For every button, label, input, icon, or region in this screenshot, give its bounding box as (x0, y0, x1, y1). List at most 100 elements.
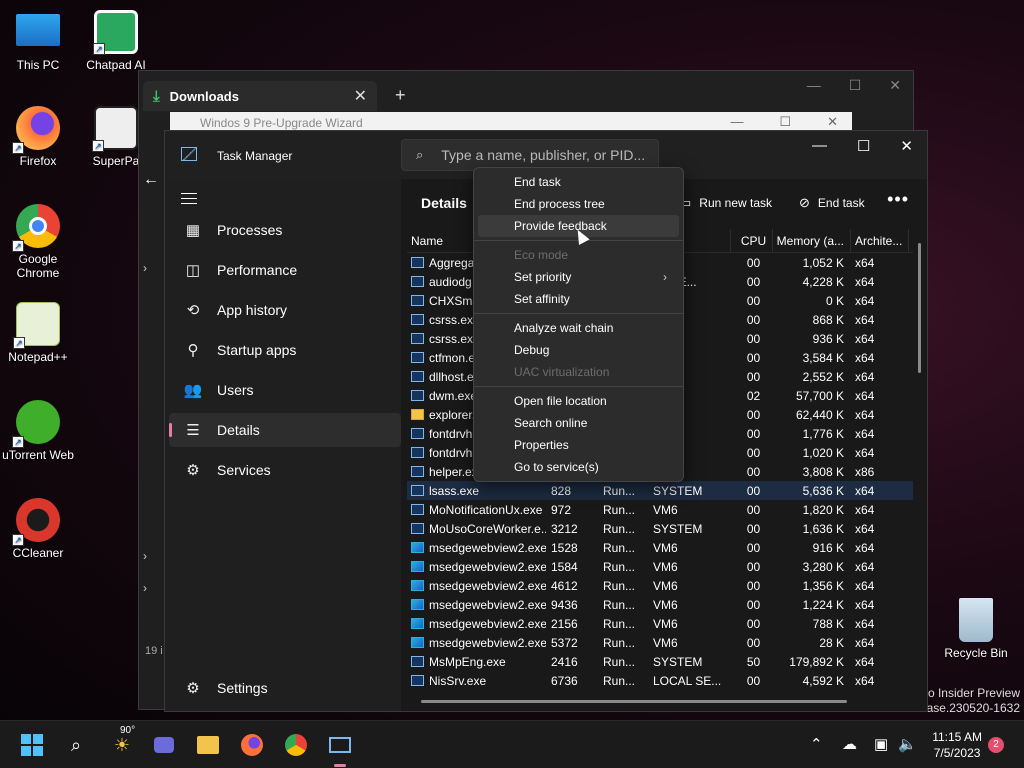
menu-item-analyze-wait-chain[interactable]: Analyze wait chain (478, 317, 679, 339)
menu-item-search-online[interactable]: Search online (478, 412, 679, 434)
nav-label: Users (217, 382, 254, 398)
nav-label: App history (217, 302, 288, 318)
nav-settings[interactable]: ⚙ Settings (169, 671, 401, 705)
firefox-icon[interactable] (238, 731, 266, 759)
menu-item-end-task[interactable]: End task (478, 171, 679, 193)
menu-item-open-file-location[interactable]: Open file location (478, 390, 679, 412)
chrome-icon: ↗ (12, 204, 60, 252)
process-name-cell: msedgewebview2.exe (407, 633, 547, 652)
meet-icon[interactable] (150, 731, 178, 759)
menu-item-debug[interactable]: Debug (478, 339, 679, 361)
table-row[interactable]: MsMpEng.exe 2416 Run... SYSTEM 50 179,892 K x6… (407, 652, 913, 671)
clock[interactable]: 11:15 AM 7/5/2023 (932, 729, 982, 761)
task-manager-taskbar-icon[interactable] (326, 731, 354, 767)
cell-mem: 868 K (812, 312, 844, 327)
nav-users[interactable]: 👥 Users (169, 373, 401, 407)
desktop-icon-utorrent[interactable]: ↗ uTorrent Web (0, 400, 76, 462)
minimize-icon[interactable]: — (730, 114, 743, 130)
more-options-button[interactable]: ••• (887, 189, 909, 210)
run-new-task-button[interactable]: ▭ Run new task (679, 195, 772, 211)
horizontal-scrollbar[interactable] (421, 700, 847, 703)
desktop-icon-label: Recycle Bin (944, 646, 1008, 660)
chevron-right-icon[interactable]: › (143, 261, 147, 275)
close-icon[interactable]: ✕ (900, 137, 913, 155)
hamburger-menu-icon[interactable] (181, 193, 197, 208)
table-row[interactable]: lsass.exe 828 Run... SYSTEM 00 5,636 K x64 (407, 481, 913, 500)
vertical-scrollbar[interactable] (918, 243, 921, 373)
chevron-up-icon[interactable]: ⌃ (810, 735, 823, 753)
minimize-icon[interactable]: — (812, 137, 827, 155)
edge-webview-icon (411, 599, 424, 610)
cloud-off-icon[interactable]: ☁ (842, 735, 857, 753)
close-icon[interactable]: ✕ (889, 77, 901, 94)
menu-item-set-affinity[interactable]: Set affinity (478, 288, 679, 310)
cell-status: Run... (603, 635, 636, 650)
end-task-button[interactable]: ⊘ End task (799, 195, 865, 211)
display-icon[interactable]: ▣ (874, 735, 888, 753)
table-row[interactable]: msedgewebview2.exe 1584 Run... VM6 00 3,280 K… (407, 557, 913, 576)
desktop-icon-ccleaner[interactable]: ↗ CCleaner (0, 498, 76, 560)
nav-app-history[interactable]: ⟲ App history (169, 293, 401, 327)
clock-date: 7/5/2023 (933, 746, 981, 760)
table-row[interactable]: msedgewebview2.exe 9436 Run... VM6 00 1,224 K… (407, 595, 913, 614)
nav-services[interactable]: ⚙ Services (169, 453, 401, 487)
column-header[interactable]: Archite... (851, 229, 909, 252)
desktop-icon-chrome[interactable]: ↗ Google Chrome (0, 204, 76, 280)
cell-user: VM6 (653, 559, 678, 574)
desktop-icon-label: Firefox (19, 154, 57, 168)
process-name-cell: MoNotificationUx.exe (407, 500, 547, 519)
column-header[interactable]: CPU (731, 229, 773, 252)
table-row[interactable]: msedgewebview2.exe 2156 Run... VM6 00 788 K x6… (407, 614, 913, 633)
chevron-right-icon[interactable]: › (143, 581, 147, 595)
notification-badge[interactable]: 2 (988, 737, 1004, 753)
chrome-icon[interactable] (282, 731, 310, 759)
close-icon[interactable]: ✕ (827, 114, 838, 130)
watermark-line2: ease.230520-1632 (919, 701, 1020, 715)
start-button[interactable] (18, 731, 46, 759)
file-explorer-icon[interactable] (194, 731, 222, 759)
process-name-cell: MoUsoCoreWorker.e... (407, 519, 547, 538)
desktop-icon-label: Google Chrome (16, 252, 60, 280)
tab-title: Downloads (169, 88, 239, 104)
tab-downloads[interactable]: ⤓ Downloads ✕ (143, 81, 377, 111)
menu-item-go-to-service-s[interactable]: Go to service(s) (478, 456, 679, 478)
chevron-right-icon[interactable]: › (143, 549, 147, 563)
table-row[interactable]: MoUsoCoreWorker.e... 3212 Run... SYSTEM 00 1,… (407, 519, 913, 538)
desktop-icon-notepadpp[interactable]: ↗ Notepad++ (0, 302, 76, 364)
minimize-icon[interactable]: — (807, 77, 821, 94)
search-icon[interactable]: ⌕ (62, 731, 90, 759)
table-row[interactable]: msedgewebview2.exe 5372 Run... VM6 00 28 K x64 (407, 633, 913, 652)
new-tab-button[interactable]: + (395, 85, 406, 106)
menu-item-end-process-tree[interactable]: End process tree (478, 193, 679, 215)
table-row[interactable]: NisSrv.exe 6736 Run... LOCAL SE... 00 4,592 K… (407, 671, 913, 690)
table-row[interactable]: msedgewebview2.exe 4612 Run... VM6 00 1,356 K… (407, 576, 913, 595)
nav-startup-apps[interactable]: ⚲ Startup apps (169, 333, 401, 367)
desktop-icon-chatpad[interactable]: ↗ Chatpad AI (78, 10, 154, 72)
nav-details[interactable]: ☰ Details (169, 413, 401, 447)
volume-icon[interactable]: 🔈 (898, 735, 917, 753)
menu-item-set-priority[interactable]: Set priority › (478, 266, 679, 288)
maximize-icon[interactable]: ☐ (849, 77, 862, 94)
process-name: helper.ex (429, 464, 478, 479)
nav-performance[interactable]: ◫ Performance (169, 253, 401, 287)
firefox-icon: ↗ (12, 106, 60, 154)
close-tab-icon[interactable]: ✕ (354, 86, 367, 106)
nav-label: Details (217, 422, 260, 438)
table-row[interactable]: MoNotificationUx.exe 972 Run... VM6 00 1,820 … (407, 500, 913, 519)
desktop-icon-recycle-bin[interactable]: Recycle Bin (938, 598, 1014, 660)
cell-cpu: 50 (746, 654, 761, 669)
desktop-icon-firefox[interactable]: ↗ Firefox (0, 106, 76, 168)
table-row[interactable]: msedgewebview2.exe 1528 Run... VM6 00 916 K x6… (407, 538, 913, 557)
menu-item-properties[interactable]: Properties (478, 434, 679, 456)
column-header[interactable]: Memory (a... (773, 229, 851, 252)
cell-cpu: 00 (746, 521, 761, 536)
cell-mem: 1,224 K (802, 597, 844, 612)
app-icon (411, 371, 424, 382)
weather-widget[interactable]: ☀ 90° (108, 725, 136, 759)
app-icon (411, 314, 424, 325)
maximize-icon[interactable]: ☐ (857, 137, 870, 155)
maximize-icon[interactable]: ☐ (779, 114, 791, 130)
back-icon[interactable]: ← (143, 171, 159, 189)
nav-processes[interactable]: ▦ Processes (169, 213, 401, 247)
desktop-icon-this-pc[interactable]: This PC (0, 10, 76, 72)
